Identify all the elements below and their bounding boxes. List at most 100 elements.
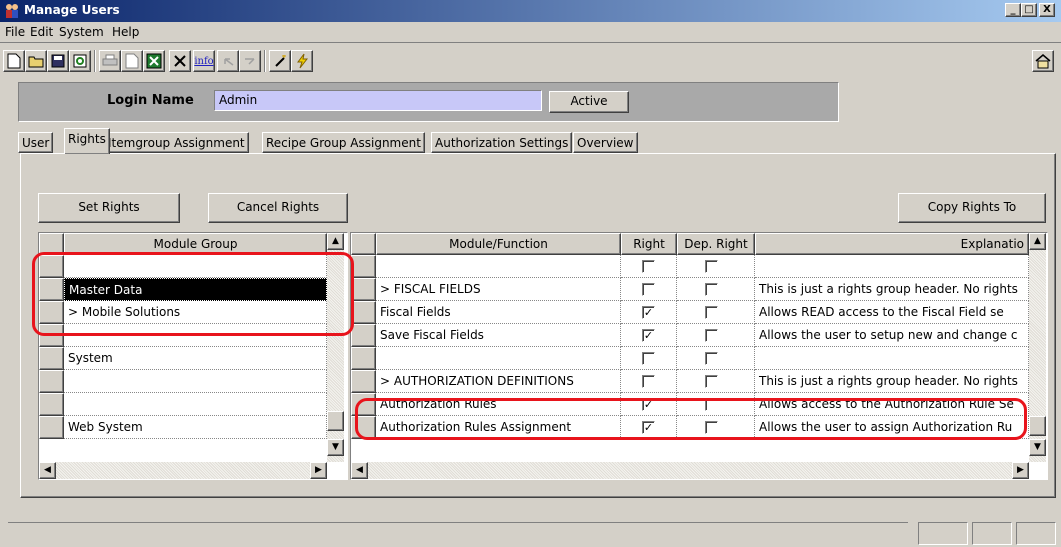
module-group-row[interactable]: > Mobile Solutions (64, 301, 327, 324)
dep-right-checkbox[interactable] (705, 352, 718, 365)
function-horizontal-scrollbar[interactable]: ◀ ▶ (351, 462, 1029, 479)
function-cell[interactable]: Authorization Rules Assignment (376, 416, 621, 439)
function-cell[interactable]: Fiscal Fields (376, 301, 621, 324)
maximize-button[interactable]: □ (1021, 3, 1037, 17)
module-group-row-selected[interactable]: Master Data (64, 278, 327, 301)
module-group-header[interactable]: Module Group (64, 233, 327, 255)
right-checkbox[interactable] (642, 260, 655, 273)
home-button[interactable] (1032, 50, 1054, 72)
tab-user[interactable]: User (18, 132, 54, 153)
scroll-thumb[interactable] (1029, 416, 1046, 436)
scroll-up-icon[interactable]: ▲ (1029, 233, 1046, 250)
function-cell[interactable]: Authorization Rules (376, 393, 621, 416)
dep-right-checkbox[interactable] (705, 260, 718, 273)
cancel-rights-button[interactable]: Cancel Rights (208, 193, 348, 223)
dep-right-checkbox[interactable] (705, 421, 718, 434)
explanation-cell[interactable]: This is just a rights group header. No r… (755, 278, 1029, 301)
module-vertical-scrollbar[interactable]: ▲ ▼ (327, 233, 344, 462)
row-header[interactable] (351, 301, 376, 324)
row-header[interactable] (351, 416, 376, 439)
explanation-header[interactable]: Explanatio (755, 233, 1029, 255)
scroll-right-icon[interactable]: ▶ (1012, 462, 1029, 479)
login-name-field[interactable]: Admin (214, 90, 542, 111)
right-checkbox[interactable] (642, 375, 655, 388)
menu-system[interactable]: System (59, 25, 104, 39)
row-header[interactable] (351, 370, 376, 393)
redo-button[interactable] (239, 50, 261, 72)
function-cell[interactable]: > FISCAL FIELDS (376, 278, 621, 301)
row-header[interactable] (351, 347, 376, 370)
right-checkbox-checked[interactable]: ✓ (642, 421, 655, 434)
save-button[interactable] (47, 50, 69, 72)
function-cell[interactable] (376, 347, 621, 370)
info-button[interactable]: info (193, 50, 215, 72)
minimize-button[interactable]: _ (1005, 3, 1021, 17)
scroll-down-icon[interactable]: ▼ (327, 439, 344, 456)
row-header[interactable] (39, 370, 64, 393)
dep-right-checkbox[interactable] (705, 306, 718, 319)
function-cell[interactable]: > AUTHORIZATION DEFINITIONS (376, 370, 621, 393)
module-horizontal-scrollbar[interactable]: ◀ ▶ (39, 462, 327, 479)
close-button[interactable]: X (1039, 3, 1055, 17)
module-group-row[interactable] (64, 255, 327, 278)
row-header[interactable] (39, 301, 64, 324)
row-header[interactable] (39, 416, 64, 439)
dep-right-checkbox[interactable] (705, 375, 718, 388)
right-checkbox-checked[interactable]: ✓ (642, 398, 655, 411)
function-cell[interactable] (376, 255, 621, 278)
function-vertical-scrollbar[interactable]: ▲ ▼ (1029, 233, 1046, 462)
tab-authorization-settings[interactable]: Authorization Settings (431, 132, 573, 153)
explanation-cell[interactable]: Allows the user to assign Authorization … (755, 416, 1029, 439)
scroll-left-icon[interactable]: ◀ (39, 462, 56, 479)
print-button[interactable] (99, 50, 121, 72)
menu-edit[interactable]: Edit (30, 25, 53, 39)
row-header[interactable] (39, 255, 64, 278)
right-checkbox[interactable] (642, 283, 655, 296)
row-header[interactable] (351, 324, 376, 347)
scroll-right-icon[interactable]: ▶ (310, 462, 327, 479)
scroll-up-icon[interactable]: ▲ (327, 233, 344, 250)
row-header[interactable] (351, 278, 376, 301)
refresh-button[interactable] (69, 50, 91, 72)
right-checkbox[interactable] (642, 352, 655, 365)
set-rights-button[interactable]: Set Rights (38, 193, 180, 223)
row-header[interactable] (39, 324, 64, 347)
dep-right-checkbox[interactable] (705, 329, 718, 342)
explanation-cell[interactable]: Allows access to the Authorization Rule … (755, 393, 1029, 416)
right-checkbox-checked[interactable]: ✓ (642, 306, 655, 319)
explanation-cell[interactable]: Allows the user to setup new and change … (755, 324, 1029, 347)
module-group-row[interactable] (64, 393, 327, 416)
scroll-left-icon[interactable]: ◀ (351, 462, 368, 479)
wand-button[interactable] (269, 50, 291, 72)
delete-button[interactable] (169, 50, 191, 72)
module-group-row[interactable] (64, 324, 327, 347)
copy-rights-to-button[interactable]: Copy Rights To (898, 193, 1046, 223)
tab-overview[interactable]: Overview (573, 132, 638, 153)
row-header[interactable] (39, 278, 64, 301)
print-preview-button[interactable] (121, 50, 143, 72)
tab-recipe-group-assignment[interactable]: Recipe Group Assignment (262, 132, 425, 153)
row-header[interactable] (39, 393, 64, 416)
explanation-cell[interactable] (755, 347, 1029, 370)
dep-right-header[interactable]: Dep. Right (677, 233, 755, 255)
function-header[interactable]: Module/Function (376, 233, 621, 255)
right-header[interactable]: Right (621, 233, 677, 255)
right-checkbox-checked[interactable]: ✓ (642, 329, 655, 342)
module-group-row[interactable]: System (64, 347, 327, 370)
function-cell[interactable]: Save Fiscal Fields (376, 324, 621, 347)
scroll-thumb[interactable] (327, 411, 344, 431)
open-button[interactable] (25, 50, 47, 72)
tab-itemgroup-assignment[interactable]: Itemgroup Assignment (104, 132, 249, 153)
active-button[interactable]: Active (549, 91, 629, 113)
undo-button[interactable] (217, 50, 239, 72)
explanation-cell[interactable]: Allows READ access to the Fiscal Field s… (755, 301, 1029, 324)
lightning-button[interactable] (291, 50, 313, 72)
excel-button[interactable] (143, 50, 165, 72)
dep-right-checkbox[interactable] (705, 398, 718, 411)
tab-rights[interactable]: Rights (64, 128, 110, 154)
menu-help[interactable]: Help (112, 25, 139, 39)
menu-file[interactable]: File (5, 25, 25, 39)
module-group-row[interactable] (64, 370, 327, 393)
explanation-cell[interactable] (755, 255, 1029, 278)
module-group-row[interactable]: Web System (64, 416, 327, 439)
